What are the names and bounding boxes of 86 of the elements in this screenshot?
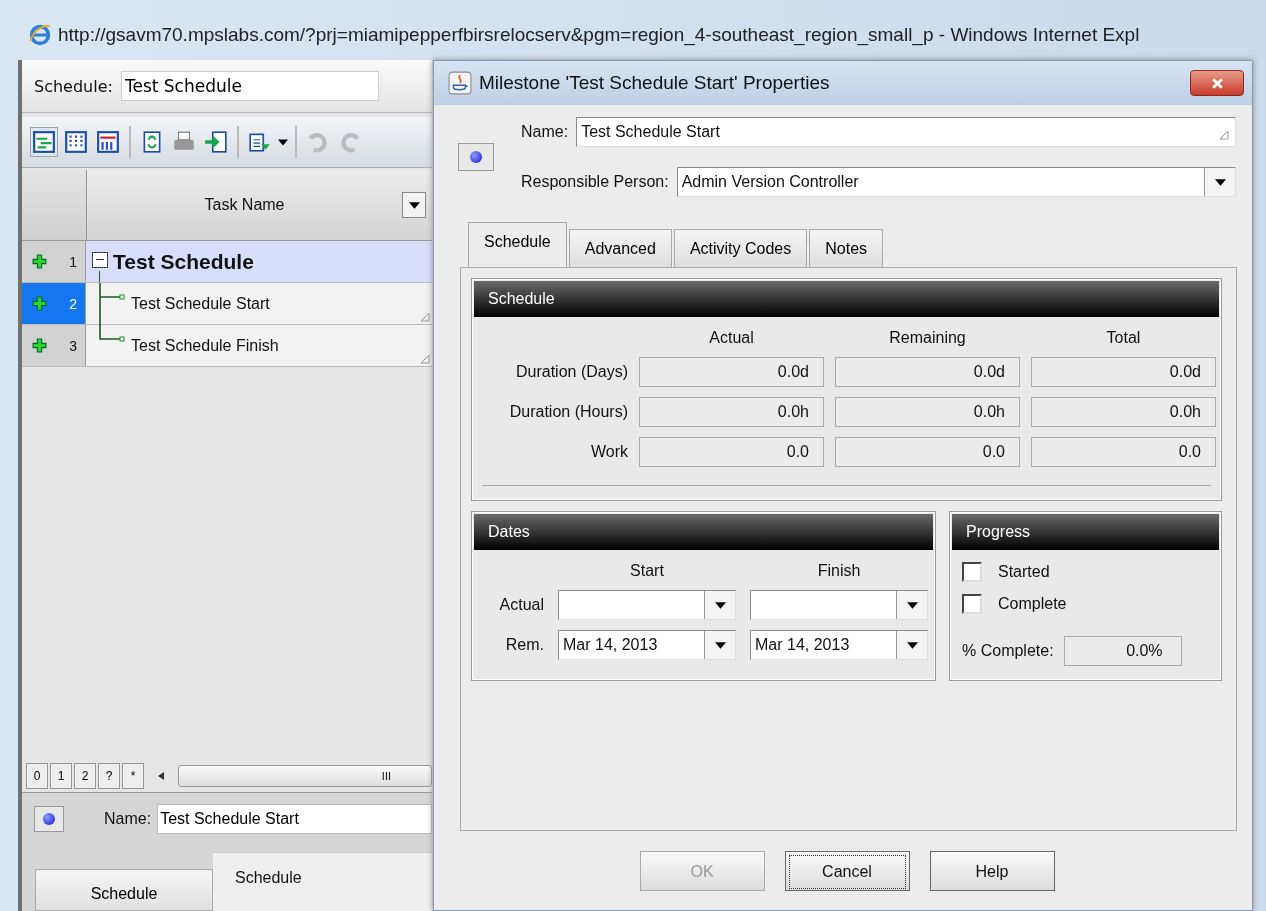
row-number: 3 xyxy=(69,337,77,354)
scroll-left-icon[interactable] xyxy=(158,772,164,780)
level-button[interactable]: 0 xyxy=(26,763,48,789)
name-field[interactable]: Test Schedule Start xyxy=(157,804,432,834)
row-number: 1 xyxy=(69,253,77,270)
row-number-cell[interactable]: 3 xyxy=(22,325,86,366)
value-field: 0.0h xyxy=(835,397,1020,427)
value-field: 0.0 xyxy=(835,437,1020,467)
row-number-cell[interactable]: 2 xyxy=(22,283,86,324)
caret-icon xyxy=(1214,178,1226,186)
tab[interactable]: Advanced xyxy=(568,229,672,267)
row-number-cell[interactable]: 1 xyxy=(22,241,86,282)
name-label: Name: xyxy=(104,810,152,828)
column-heading: Actual xyxy=(708,329,755,347)
cup-icon xyxy=(448,71,472,95)
row-label: Work xyxy=(589,443,628,461)
date-dropdown[interactable] xyxy=(558,590,736,620)
column-heading: Finish xyxy=(816,562,862,580)
window-title: http://gsavm70.mpslabs.com/?prj=miamipepperfbirsrelocserv&pgm=region_4-southeast_region_small_p - Windows Internet Expl xyxy=(58,24,1140,46)
plus-icon[interactable] xyxy=(32,296,47,311)
schedule-field[interactable]: Test Schedule xyxy=(120,71,379,101)
tab[interactable]: Notes xyxy=(809,229,884,267)
column-header[interactable]: Task Name xyxy=(87,170,432,240)
value-field: 0.0d xyxy=(639,357,824,387)
checkbox[interactable] xyxy=(962,562,982,582)
value-field: 0.0 xyxy=(1031,437,1216,467)
responsible-person-label: Responsible Person: xyxy=(521,173,669,191)
tab[interactable]: Schedule xyxy=(468,222,567,267)
row-label: Rem. xyxy=(504,636,544,654)
gantt-view-icon[interactable] xyxy=(30,127,58,157)
percent-complete-field: 0.0% xyxy=(1063,636,1182,666)
name-label: Name: xyxy=(521,123,569,141)
caret-icon xyxy=(906,601,918,609)
plus-icon[interactable] xyxy=(32,338,47,353)
value-field: 0.0d xyxy=(835,357,1020,387)
section-header: Dates xyxy=(474,514,933,550)
caret-icon xyxy=(714,601,726,609)
row-number: 2 xyxy=(69,295,77,312)
tab[interactable]: Activity Codes xyxy=(673,229,808,267)
task-name: Test Schedule Finish xyxy=(131,336,279,355)
dialog-title: Milestone 'Test Schedule Start' Properties xyxy=(479,72,831,94)
column-heading: Remaining xyxy=(888,329,967,347)
browser-logo-icon xyxy=(28,23,52,47)
caret-icon[interactable] xyxy=(278,138,288,146)
level-button[interactable]: 1 xyxy=(50,763,72,789)
dialog-button[interactable]: Help xyxy=(929,851,1055,891)
column-dropdown-button[interactable] xyxy=(402,192,426,218)
checkbox[interactable] xyxy=(962,594,982,614)
schedule-label: Schedule: xyxy=(34,76,113,96)
responsible-person-dropdown[interactable]: Admin Version Controller xyxy=(676,167,1236,197)
close-button[interactable] xyxy=(1190,70,1244,96)
resize-grip-icon xyxy=(420,354,430,364)
checkbox-label: Started xyxy=(998,563,1050,581)
row-label: Duration (Hours) xyxy=(508,403,628,421)
plus-icon[interactable] xyxy=(32,254,47,269)
section-header: Progress xyxy=(952,514,1219,550)
dialog-button[interactable]: Cancel xyxy=(784,851,910,891)
level-button[interactable]: ? xyxy=(98,763,120,789)
level-button[interactable]: * xyxy=(122,763,144,789)
caret-icon xyxy=(906,641,918,649)
percent-complete-label: % Complete: xyxy=(962,642,1054,660)
value-field: 0.0h xyxy=(639,397,824,427)
value-field: 0.0 xyxy=(639,437,824,467)
caret-icon xyxy=(714,641,726,649)
resize-grip-icon xyxy=(420,312,430,322)
date-dropdown[interactable]: Mar 14, 2013 xyxy=(558,630,736,660)
close-icon xyxy=(1210,76,1224,90)
section-header: Schedule xyxy=(474,281,1219,317)
checkbox-label: Complete xyxy=(998,595,1067,613)
task-name: Test Schedule xyxy=(113,249,254,274)
task-name: Test Schedule Start xyxy=(131,294,270,313)
level-button[interactable]: 2 xyxy=(74,763,96,789)
value-field: 0.0d xyxy=(1031,357,1216,387)
column-heading: Start xyxy=(629,562,665,580)
value-field: 0.0h xyxy=(1031,397,1216,427)
date-dropdown[interactable] xyxy=(750,590,928,620)
collapse-toggle[interactable] xyxy=(92,251,108,268)
scrollbar-thumb[interactable]: III xyxy=(178,765,432,787)
date-dropdown[interactable]: Mar 14, 2013 xyxy=(750,630,928,660)
caret-icon xyxy=(408,201,420,209)
row-label: Actual xyxy=(498,596,544,614)
resize-grip-icon xyxy=(1219,130,1229,140)
column-heading: Total xyxy=(1105,329,1142,347)
row-label: Duration (Days) xyxy=(514,363,628,381)
name-field[interactable]: Test Schedule Start xyxy=(576,117,1236,147)
schedule-tab[interactable]: Schedule xyxy=(35,869,213,911)
